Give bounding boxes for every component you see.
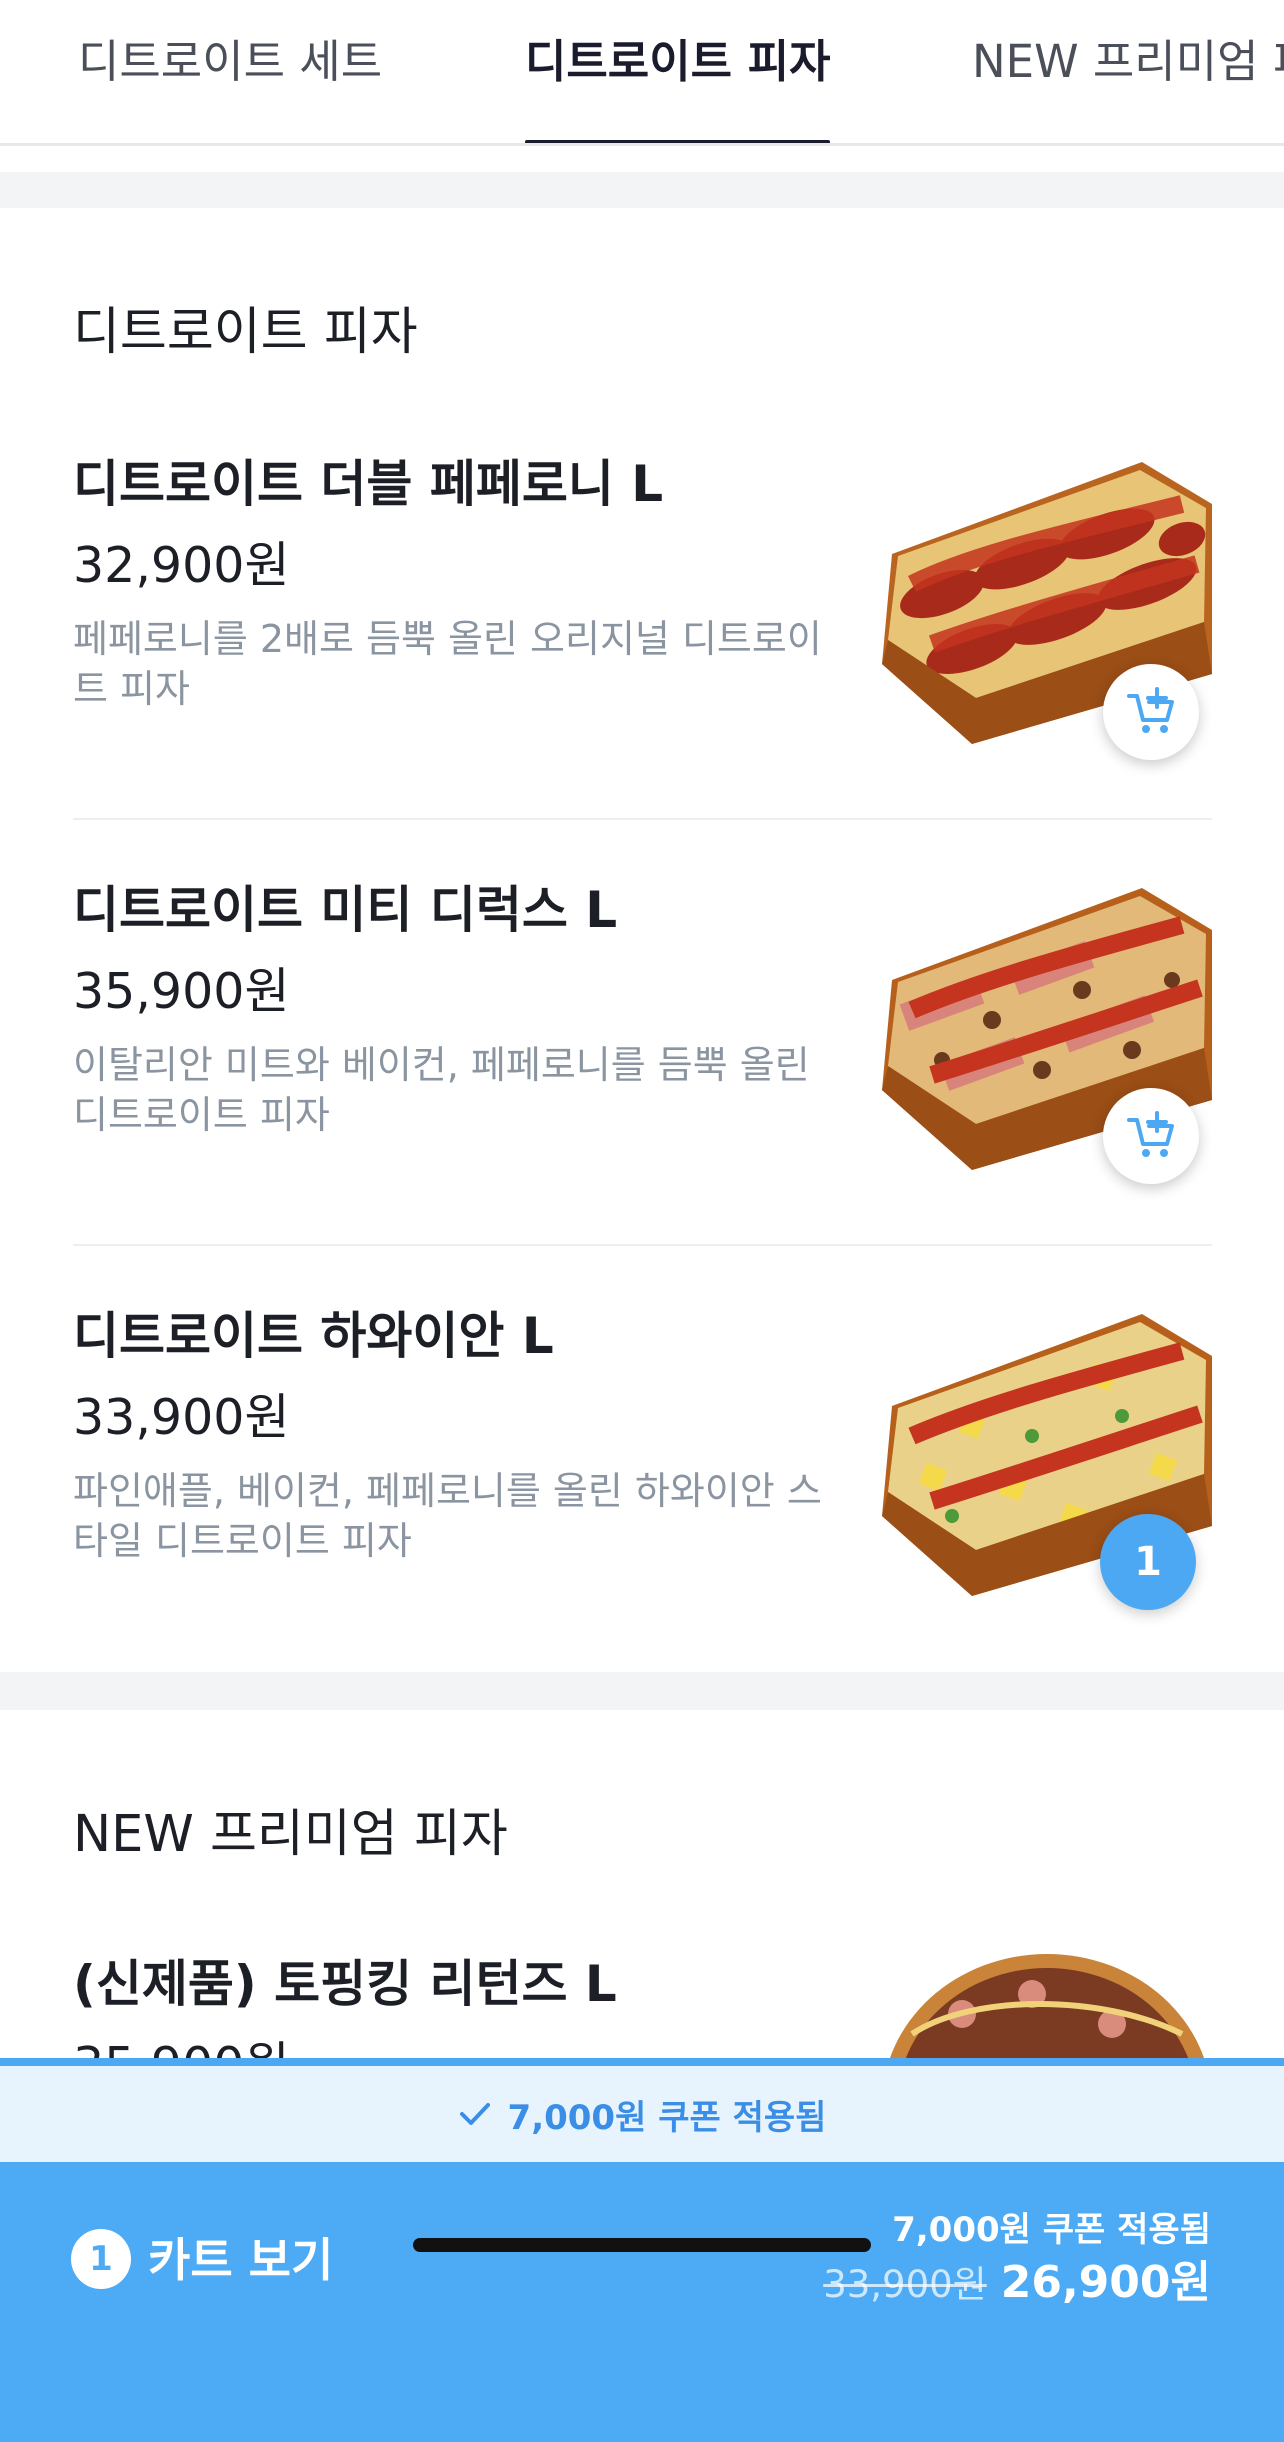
section-gap [0,172,1284,208]
section-title: NEW 프리미엄 피자 [73,1805,508,1864]
menu-item[interactable]: 디트로이트 하와이안 L 33,900원 파인애플, 베이컨, 페페로니를 올린… [0,1296,1284,1610]
item-divider [73,818,1212,820]
category-tabs: 디트로이트 세트 디트로이트 피자 NEW 프리미엄 피자 [0,0,1284,146]
menu-item[interactable]: (신제품) 토핑킹 리턴즈 L 35,900원 [0,1944,1284,2058]
home-indicator [413,2238,871,2252]
item-description: 이탈리안 미트와 베이컨, 페페로니를 듬뿍 올린 디트로이트 피자 [73,1043,810,1137]
add-to-cart-button[interactable] [1103,664,1199,760]
add-to-cart-icon [1127,687,1174,733]
item-divider [73,1244,1212,1246]
item-price: 35,900원 [73,963,290,1020]
view-cart-label: 카트 보기 [148,2233,334,2287]
cart-coupon-text: 7,000원 쿠폰 적용됨 [892,2210,1211,2250]
tab-new-premium-pizza[interactable]: NEW 프리미엄 피자 [972,0,1284,143]
tab-label: NEW 프리미엄 피자 [972,35,1284,88]
final-price: 26,900원 [1000,2257,1211,2308]
cart-count-badge: 1 [71,2229,131,2289]
add-to-cart-icon [1127,1111,1174,1157]
item-quantity-badge[interactable]: 1 [1100,1514,1196,1610]
item-price: 33,900원 [73,1389,290,1446]
coupon-applied-bar: 7,000원 쿠폰 적용됨 [0,2058,1284,2162]
section-title: 디트로이트 피자 [73,303,418,362]
menu-item[interactable]: 디트로이트 더블 페페로니 L 32,900원 페페로니를 2배로 듬뿍 올린 … [0,444,1284,760]
menu-item[interactable]: 디트로이트 미티 디럭스 L 35,900원 이탈리안 미트와 베이컨, 페페로… [0,870,1284,1184]
tab-label: 디트로이트 피자 [525,35,831,88]
original-price: 33,900원 [823,2263,987,2306]
tab-detroit-pizza[interactable]: 디트로이트 피자 [525,0,831,143]
section-gap [0,1672,1284,1710]
item-name: 디트로이트 미티 디럭스 L [73,881,618,939]
item-description: 파인애플, 베이컨, 페페로니를 올린 하와이안 스타일 디트로이트 피자 [73,1469,822,1563]
view-cart-button[interactable]: 1 카트 보기 7,000원 쿠폰 적용됨 33,900원 26,900원 [0,2162,1284,2442]
tab-label: 디트로이트 세트 [78,35,383,88]
coupon-applied-text: 7,000원 쿠폰 적용됨 [507,2097,827,2138]
item-description: 페페로니를 2배로 듬뿍 올린 오리지널 디트로이트 피자 [73,617,822,711]
tab-detroit-set[interactable]: 디트로이트 세트 [78,0,383,143]
check-icon [459,2103,490,2125]
item-price: 35,900원 [73,2026,290,2058]
pizza-topping-king-image [889,1954,1205,2058]
item-name: 디트로이트 하와이안 L [73,1307,554,1365]
item-name: 디트로이트 더블 페페로니 L [73,455,664,513]
active-tab-indicator [525,140,831,143]
item-name: (신제품) 토핑킹 리턴즈 L [73,1955,617,2013]
cart-price-summary: 33,900원 26,900원 [823,2246,1211,2310]
add-to-cart-button[interactable] [1103,1088,1199,1184]
item-price: 32,900원 [73,537,290,594]
menu-screen: 디트로이트 세트 디트로이트 피자 NEW 프리미엄 피자 디트로이트 피자 디… [0,0,1284,2442]
